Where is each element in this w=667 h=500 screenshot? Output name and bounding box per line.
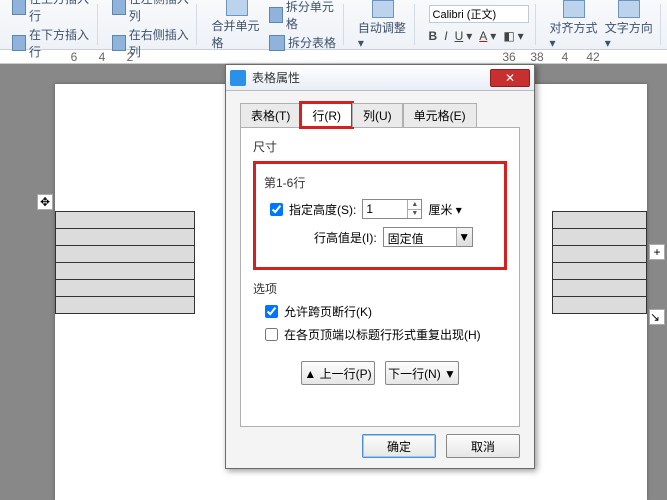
table-add-handle[interactable]: + [649, 244, 665, 260]
insert-row-above[interactable]: 在上方插入行 [12, 0, 91, 24]
ok-button[interactable]: 确定 [362, 434, 436, 458]
table-move-handle[interactable]: ✥ [37, 194, 53, 210]
options-section-label: 选项 [253, 280, 507, 297]
tab-table[interactable]: 表格(T) [240, 103, 301, 127]
font-color-button[interactable]: A ▾ [479, 29, 496, 44]
ruler-tick: 38 [523, 50, 551, 64]
row-nav-buttons: ▲ 上一行(P) 下一行(N) ▼ [253, 361, 507, 385]
tab-column[interactable]: 列(U) [352, 103, 403, 127]
text-direction-icon [618, 0, 640, 18]
alignment[interactable]: 对齐方式 ▾ [550, 0, 599, 50]
merge-cells[interactable]: 合并单元格 [211, 0, 263, 51]
allow-break-label: 允许跨页断行(K) [284, 303, 372, 320]
insert-col-left-label: 在左侧插入列 [129, 0, 191, 24]
tab-row[interactable]: 行(R) [301, 103, 352, 127]
height-spinner[interactable]: ▲▼ [362, 199, 422, 219]
insert-col-right-icon [112, 35, 126, 51]
split-cells-label: 拆分单元格 [286, 0, 337, 32]
dialog-title: 表格属性 [252, 69, 490, 86]
merge-cells-label: 合并单元格 [211, 17, 263, 51]
background-table-right[interactable] [552, 212, 647, 314]
tab-cell[interactable]: 单元格(E) [403, 103, 477, 127]
rows-range-label: 第1-6行 [264, 174, 496, 191]
ruler: 6 4 2 36 38 4 42 [0, 50, 667, 64]
auto-fit-label: 自动调整 ▾ [358, 19, 408, 50]
ruler-tick: 2 [116, 50, 144, 64]
row-height-is-label: 行高值是(I): [314, 229, 377, 246]
merge-cells-icon [226, 0, 248, 16]
highlight-button[interactable]: ◧ ▾ [503, 29, 523, 44]
next-row-button[interactable]: 下一行(N) ▼ [385, 361, 459, 385]
format-row: B I U ▾ A ▾ ◧ ▾ [429, 29, 529, 44]
size-section-label: 尺寸 [253, 138, 507, 155]
highlighted-size-frame: 第1-6行 指定高度(S): ▲▼ 厘米 ▾ 行高值是(I): 固定值 ▼ [253, 161, 507, 270]
merge-group: 合并单元格 拆分单元格 拆分表格 [205, 4, 343, 45]
prev-row-button[interactable]: ▲ 上一行(P) [301, 361, 375, 385]
repeat-header-checkbox[interactable] [265, 328, 278, 341]
table-properties-dialog: 表格属性 ✕ 表格(T) 行(R) 列(U) 单元格(E) 尺寸 第1-6行 指… [225, 64, 535, 469]
ruler-tick: 4 [88, 50, 116, 64]
insert-rows-group: 在上方插入行 在下方插入行 [6, 4, 98, 45]
text-direction[interactable]: 文字方向 ▾ [605, 0, 654, 50]
specify-height-label: 指定高度(S): [289, 201, 356, 218]
split-cells-icon [269, 7, 283, 23]
app-logo-icon [230, 70, 246, 86]
split-table[interactable]: 拆分表格 [269, 34, 337, 51]
cancel-button[interactable]: 取消 [446, 434, 520, 458]
underline-button[interactable]: U ▾ [455, 29, 473, 44]
dialog-tabs: 表格(T) 行(R) 列(U) 单元格(E) [240, 103, 520, 127]
italic-button[interactable]: I [444, 29, 447, 44]
allow-break-checkbox[interactable] [265, 305, 278, 318]
insert-col-left[interactable]: 在左侧插入列 [112, 0, 191, 24]
insert-row-below-icon [12, 35, 26, 51]
auto-fit[interactable]: 自动调整 ▾ [358, 0, 408, 50]
split-cells[interactable]: 拆分单元格 [269, 0, 337, 32]
spinner-down-icon[interactable]: ▼ [408, 210, 421, 219]
table-resize-handle[interactable]: ↘ [649, 309, 665, 325]
close-button[interactable]: ✕ [490, 69, 530, 87]
split-table-icon [269, 35, 285, 51]
split-table-label: 拆分表格 [288, 34, 336, 51]
font-group: B I U ▾ A ▾ ◧ ▾ [423, 4, 536, 45]
ruler-tick: 4 [551, 50, 579, 64]
unit-selector[interactable]: 厘米 ▾ [428, 201, 461, 218]
dialog-titlebar[interactable]: 表格属性 ✕ [226, 65, 534, 91]
background-table-left[interactable] [55, 212, 195, 314]
height-input[interactable] [363, 200, 407, 218]
dialog-body: 表格(T) 行(R) 列(U) 单元格(E) 尺寸 第1-6行 指定高度(S):… [226, 91, 534, 439]
repeat-header-label: 在各页顶端以标题行形式重复出现(H) [284, 326, 481, 343]
ruler-tick: 42 [579, 50, 607, 64]
dialog-footer: 确定 取消 [362, 434, 520, 458]
autofit-group: 自动调整 ▾ [352, 4, 415, 45]
font-name-select[interactable] [429, 5, 529, 23]
insert-cols-group: 在左侧插入列 在右侧插入列 [106, 4, 198, 45]
chevron-down-icon[interactable]: ▼ [456, 228, 472, 246]
ruler-tick: 36 [495, 50, 523, 64]
spinner-up-icon[interactable]: ▲ [408, 200, 421, 210]
align-group: 对齐方式 ▾ 文字方向 ▾ [544, 4, 661, 45]
alignment-label: 对齐方式 ▾ [550, 19, 599, 50]
row-height-is-value: 固定值 [384, 228, 456, 246]
options-group: 允许跨页断行(K) 在各页顶端以标题行形式重复出现(H) [259, 303, 507, 343]
ruler-tick: 6 [60, 50, 88, 64]
ribbon: 在上方插入行 在下方插入行 在左侧插入列 在右侧插入列 合并单元格 拆分单元格 … [0, 0, 667, 50]
insert-row-above-icon [12, 0, 26, 15]
insert-col-left-icon [112, 0, 126, 15]
text-direction-label: 文字方向 ▾ [605, 19, 654, 50]
row-height-is-combo[interactable]: 固定值 ▼ [383, 227, 473, 247]
tab-content-row: 尺寸 第1-6行 指定高度(S): ▲▼ 厘米 ▾ 行高值是(I): 固定值 [240, 127, 520, 427]
insert-row-above-label: 在上方插入行 [29, 0, 91, 24]
alignment-icon [563, 0, 585, 18]
bold-button[interactable]: B [429, 29, 438, 44]
auto-fit-icon [372, 0, 394, 18]
specify-height-checkbox[interactable] [270, 203, 283, 216]
